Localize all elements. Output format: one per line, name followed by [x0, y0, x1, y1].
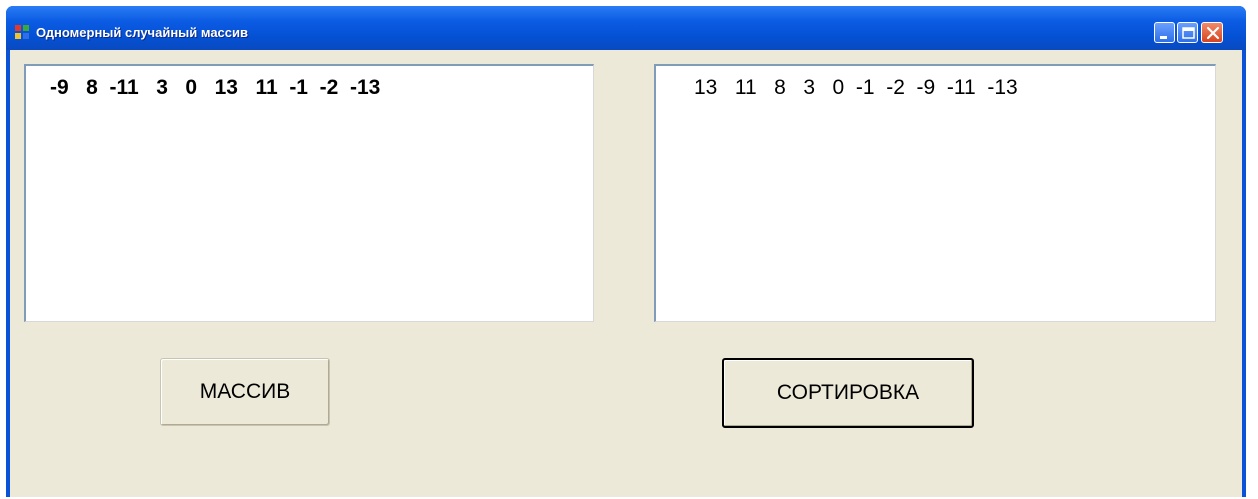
close-icon	[1206, 26, 1220, 40]
sorted-array-listbox[interactable]: 13 11 8 3 0 -1 -2 -9 -11 -13	[654, 64, 1216, 322]
original-array-listbox[interactable]: -9 8 -11 3 0 13 11 -1 -2 -13	[24, 64, 594, 322]
maximize-icon	[1182, 27, 1195, 39]
minimize-icon	[1160, 36, 1167, 39]
client-area: -9 8 -11 3 0 13 11 -1 -2 -13 13 11 8 3 0…	[10, 50, 1242, 497]
list-item[interactable]: -9 8 -11 3 0 13 11 -1 -2 -13	[50, 76, 380, 100]
sort-button[interactable]: СОРТИРОВКА	[722, 358, 974, 428]
app-icon	[15, 25, 29, 39]
list-item[interactable]: 13 11 8 3 0 -1 -2 -9 -11 -13	[694, 76, 1018, 100]
close-button[interactable]	[1201, 22, 1223, 43]
minimize-button[interactable]	[1154, 22, 1175, 43]
main-window: Одномерный случайный массив -9 8 -11 3 0…	[6, 6, 1246, 497]
massiv-button[interactable]: МАССИВ	[160, 358, 330, 426]
maximize-button[interactable]	[1177, 22, 1198, 43]
window-title: Одномерный случайный массив	[36, 25, 248, 40]
title-bar[interactable]: Одномерный случайный массив	[6, 6, 1246, 50]
